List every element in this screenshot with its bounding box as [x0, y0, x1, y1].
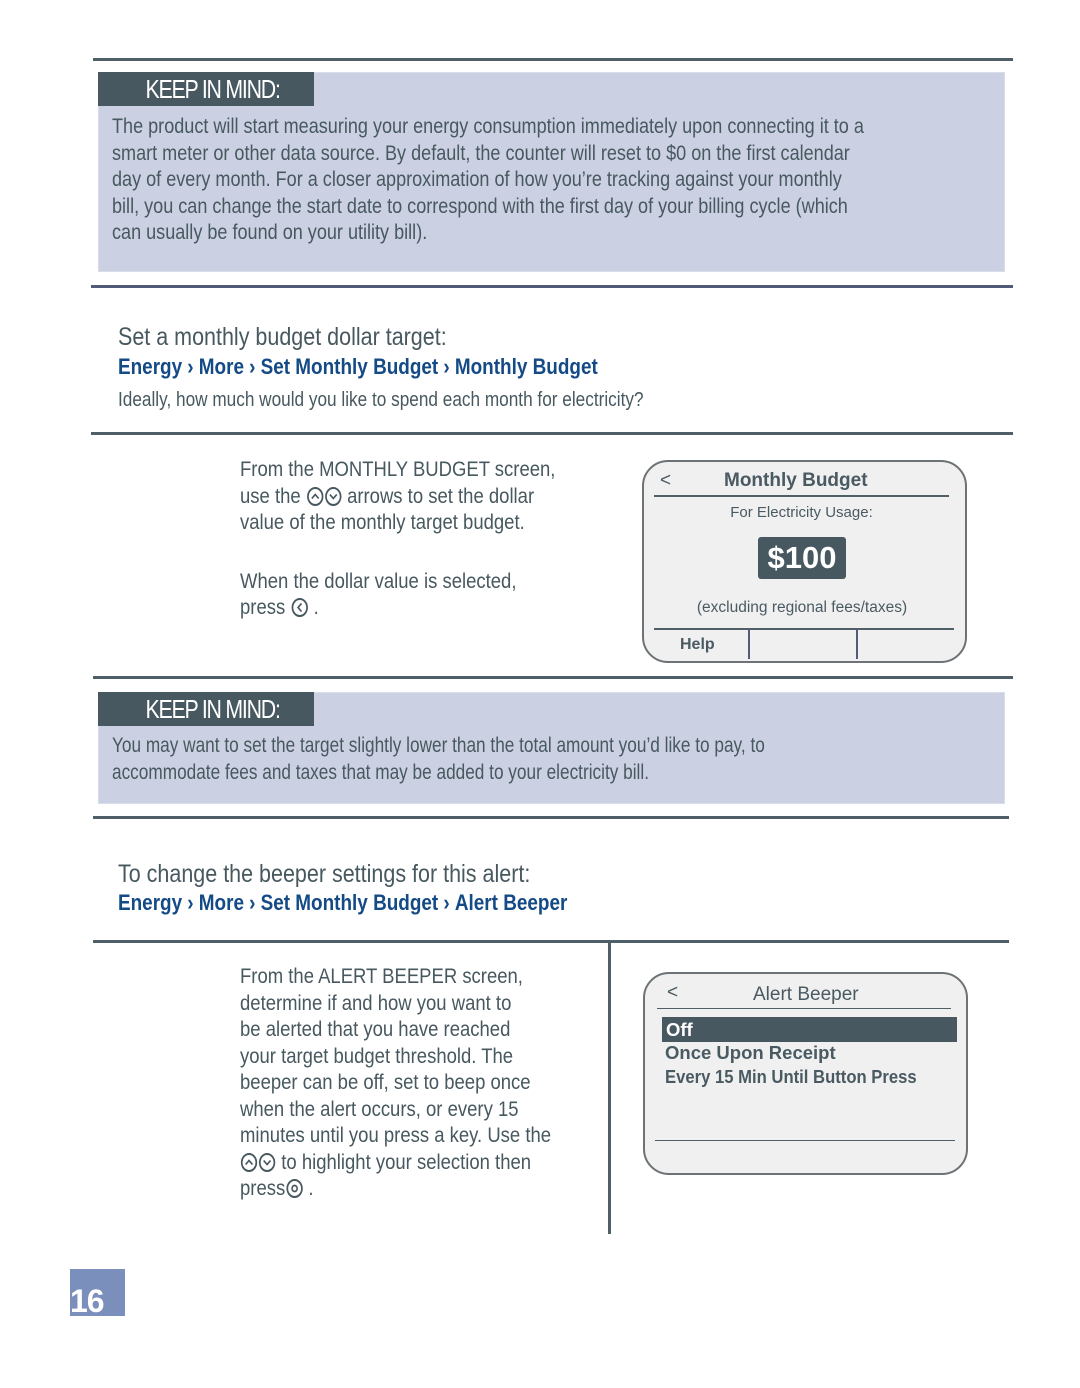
- text-line: your target budget threshold. The: [240, 1043, 514, 1068]
- monthly-budget-screen: < Monthly Budget For Electricity Usage: …: [642, 460, 967, 663]
- breadcrumb-item[interactable]: Energy: [118, 354, 182, 379]
- breadcrumb: Energy › More › Set Monthly Budget › Monthly B…: [118, 354, 598, 380]
- text-line: beeper can be off, set to beep once: [240, 1070, 531, 1094]
- text-line: From the MONTHLY BUDGET screen,: [240, 457, 556, 481]
- text: use the: [240, 483, 301, 508]
- back-button-icon: [291, 598, 308, 617]
- screen-title: Monthly Budget: [724, 470, 868, 491]
- text: press: [240, 1176, 286, 1200]
- breadcrumb-item[interactable]: More: [199, 890, 244, 915]
- divider: [654, 495, 949, 497]
- breadcrumb-separator: ›: [187, 354, 194, 379]
- beeper-option-every-15-min[interactable]: Every 15 Min Until Button Press: [665, 1066, 917, 1088]
- text-line: value of the monthly target budget.: [240, 510, 525, 534]
- beeper-option-once[interactable]: Once Upon Receipt: [665, 1042, 836, 1064]
- back-icon[interactable]: <: [667, 982, 678, 1004]
- keep-in-mind-label: KEEP IN MIND:: [145, 74, 281, 104]
- breadcrumb-item[interactable]: Set Monthly Budget: [261, 890, 439, 915]
- divider: [657, 1008, 951, 1009]
- text-line: can usually be found on your utility bil…: [112, 221, 428, 244]
- text: .: [313, 595, 319, 619]
- softkey-divider: [856, 629, 858, 659]
- beeper-instructions: From the ALERT BEEPER screen, determine …: [240, 963, 551, 1202]
- text-line: The product will start measuring your en…: [112, 115, 864, 138]
- text: to highlight your selection then: [281, 1149, 532, 1174]
- divider: [655, 1140, 955, 1141]
- budget-instructions: From the MONTHLY BUDGET screen, use the …: [240, 456, 555, 621]
- up-arrow-button-icon: [306, 486, 324, 506]
- column-divider: [608, 942, 611, 1234]
- divider: [654, 628, 954, 630]
- breadcrumb-item[interactable]: Monthly Budget: [455, 354, 598, 379]
- screen-title: Alert Beeper: [753, 984, 859, 1005]
- alert-beeper-screen: < Alert Beeper Off Once Upon Receipt Eve…: [643, 972, 968, 1175]
- screen-label: For Electricity Usage:: [730, 504, 873, 521]
- divider: [91, 285, 1013, 288]
- text-line: when the alert occurs, or every 15: [240, 1096, 519, 1121]
- page-number-badge: 16: [70, 1269, 125, 1319]
- softkey-divider: [748, 629, 750, 659]
- softkey-help[interactable]: Help: [680, 636, 715, 654]
- breadcrumb: Energy › More › Set Monthly Budget › Alert Bee…: [118, 890, 567, 916]
- text-line: press .: [240, 594, 555, 621]
- screen-note: (excluding regional fees/taxes): [696, 599, 908, 616]
- keep-in-mind-text: You may want to set the target slightly …: [112, 733, 765, 786]
- keep-in-mind-label: KEEP IN MIND:: [145, 694, 281, 724]
- breadcrumb-item[interactable]: Set Monthly Budget: [261, 354, 439, 379]
- section-heading: Set a monthly budget dollar target:: [118, 323, 447, 351]
- breadcrumb-separator: ›: [443, 354, 450, 379]
- text: arrows to set the dollar: [347, 483, 535, 508]
- text-line: accommodate fees and taxes that may be a…: [112, 760, 649, 784]
- back-icon[interactable]: <: [660, 470, 671, 492]
- text: .: [308, 1176, 314, 1200]
- divider: [93, 816, 1009, 819]
- budget-value[interactable]: $100: [758, 537, 846, 579]
- beeper-option-off[interactable]: Off: [662, 1017, 957, 1042]
- down-arrow-button-icon: [324, 486, 342, 506]
- page-number: 16: [70, 1283, 105, 1319]
- divider: [93, 58, 1013, 61]
- down-arrow-button-icon: [258, 1152, 276, 1172]
- section-question: Ideally, how much would you like to spen…: [118, 389, 644, 411]
- section-heading: To change the beeper settings for this a…: [118, 860, 531, 888]
- text-line: use the arrows to set the dollar: [240, 483, 555, 510]
- text-line: press .: [240, 1175, 551, 1202]
- text-line: bill, you can change the start date to c…: [112, 194, 848, 218]
- breadcrumb-separator: ›: [249, 890, 256, 915]
- breadcrumb-separator: ›: [249, 354, 256, 379]
- text-line: to highlight your selection then: [240, 1149, 551, 1176]
- breadcrumb-separator: ›: [443, 890, 450, 915]
- breadcrumb-item[interactable]: Energy: [118, 890, 182, 915]
- keep-in-mind-text: The product will start measuring your en…: [112, 114, 864, 247]
- select-button-icon: [286, 1179, 303, 1198]
- text-line: minutes until you press a key. Use the: [240, 1123, 552, 1147]
- divider: [93, 940, 1009, 943]
- text-line: be alerted that you have reached: [240, 1017, 511, 1041]
- breadcrumb-separator: ›: [187, 890, 194, 915]
- divider: [91, 432, 1013, 435]
- text-line: You may want to set the target slightly …: [112, 734, 765, 757]
- divider: [93, 676, 1013, 679]
- breadcrumb-item[interactable]: Alert Beeper: [455, 890, 568, 915]
- breadcrumb-item[interactable]: More: [199, 354, 244, 379]
- text-line: day of every month. For a closer approxi…: [112, 168, 842, 191]
- up-arrow-button-icon: [240, 1152, 258, 1172]
- text: press: [240, 595, 286, 619]
- text-line: smart meter or other data source. By def…: [112, 141, 850, 165]
- text-line: When the dollar value is selected,: [240, 568, 517, 593]
- text-line: From the ALERT BEEPER screen,: [240, 964, 523, 988]
- text-line: determine if and how you want to: [240, 990, 512, 1015]
